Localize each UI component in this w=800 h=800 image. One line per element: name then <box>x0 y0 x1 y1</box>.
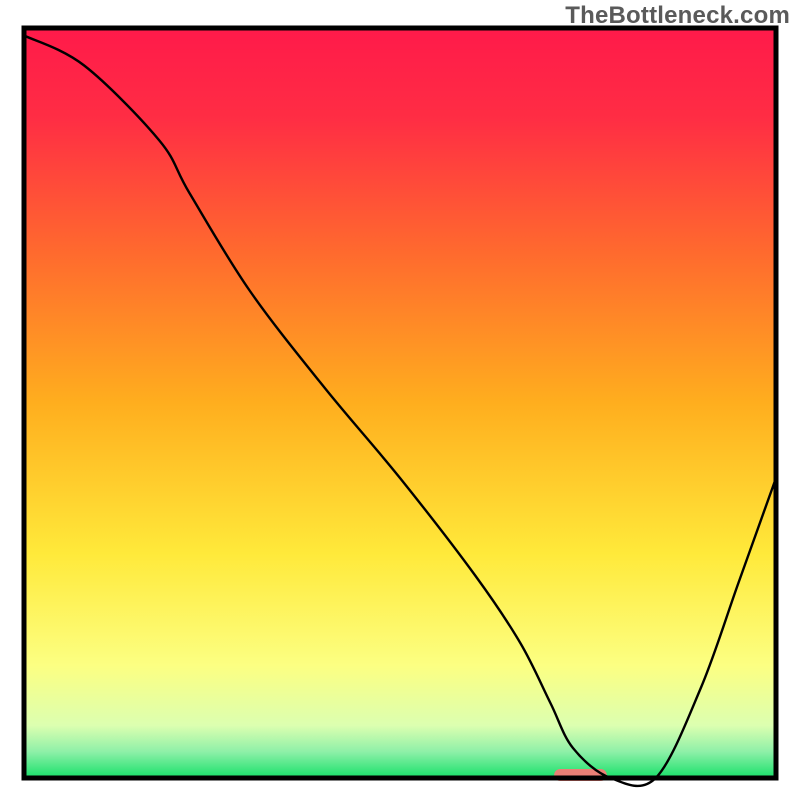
watermark-text: TheBottleneck.com <box>565 2 790 30</box>
plot-background <box>24 28 776 778</box>
bottleneck-chart <box>0 0 800 800</box>
